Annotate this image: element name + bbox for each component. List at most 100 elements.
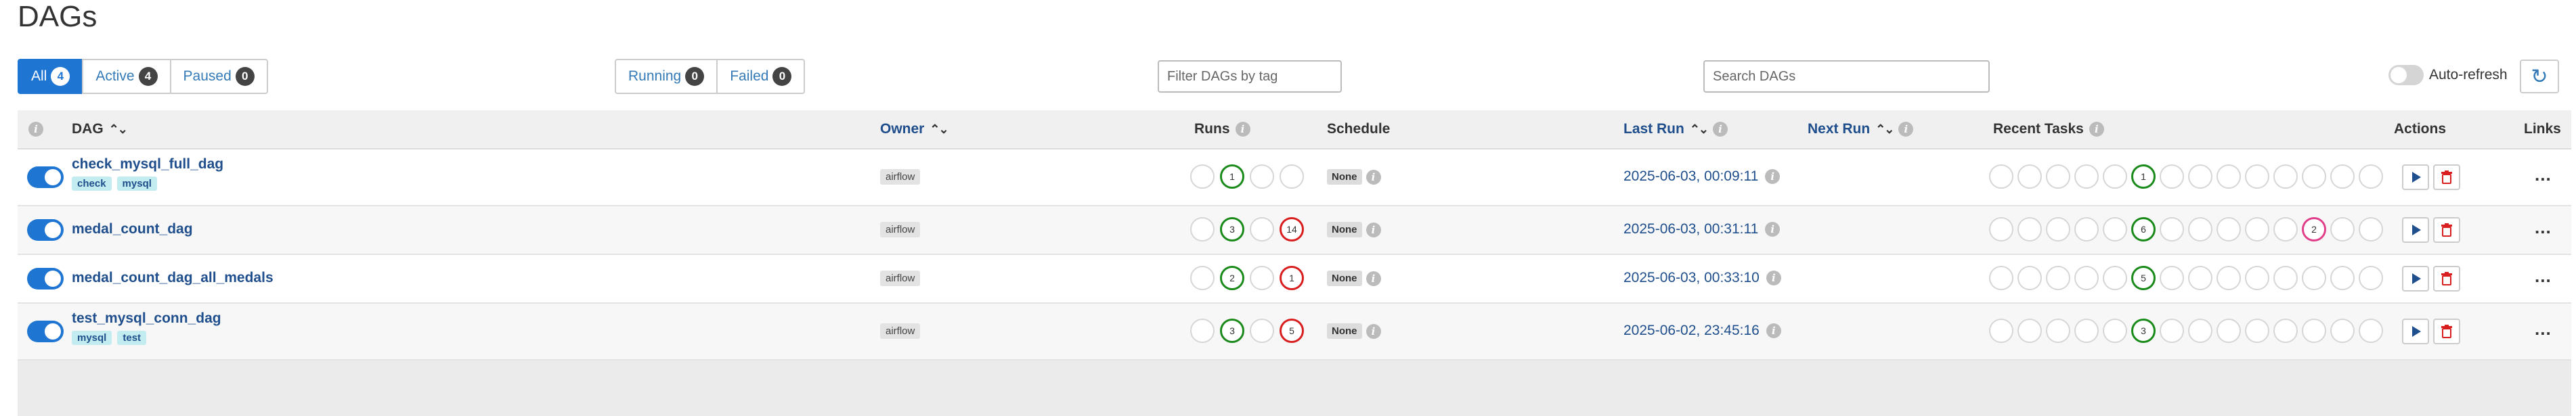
task-state-circle[interactable] [2245,217,2269,241]
run-state-circle[interactable] [1190,217,1215,241]
task-state-circle[interactable] [2188,319,2212,343]
dag-pause-toggle[interactable] [27,321,64,342]
dag-tag[interactable]: test [117,331,147,345]
trigger-dag-button[interactable] [2402,217,2429,243]
task-state-circle[interactable] [2160,319,2184,343]
task-state-circle[interactable] [2330,266,2355,290]
info-icon[interactable]: i [1366,271,1381,286]
run-state-circle[interactable]: 5 [1280,319,1304,343]
last-run-link[interactable]: 2025-06-02, 23:45:16 [1623,323,1760,339]
task-state-circle[interactable] [2188,266,2212,290]
info-icon[interactable]: i [1898,122,1914,137]
task-state-circle[interactable] [2359,164,2383,189]
delete-dag-button[interactable] [2433,164,2460,190]
more-icon[interactable]: ... [2535,166,2552,183]
trigger-dag-button[interactable] [2402,164,2429,190]
filter-running-button[interactable]: Running 0 [615,59,718,94]
dag-link[interactable]: medal_count_dag [72,221,193,237]
task-state-circle[interactable] [2046,266,2070,290]
task-state-circle[interactable] [2330,164,2355,189]
tag-filter-input[interactable] [1158,60,1342,93]
owner-header[interactable]: Owner ⌃⌄ [880,110,949,148]
refresh-button[interactable]: ↻ [2520,60,2559,93]
task-state-circle[interactable] [2074,217,2099,241]
task-state-circle[interactable] [1989,217,2013,241]
info-icon[interactable]: i [1766,271,1781,285]
search-input[interactable] [1703,60,1990,93]
info-icon[interactable]: i [28,122,43,137]
dag-link[interactable]: test_mysql_conn_dag [72,310,221,327]
task-state-circle[interactable]: 3 [2131,319,2156,343]
info-icon[interactable]: i [1366,222,1381,237]
run-state-circle[interactable] [1280,164,1304,189]
run-state-circle[interactable] [1190,164,1215,189]
dag-link[interactable]: check_mysql_full_dag [72,156,223,172]
info-icon[interactable]: i [1713,122,1728,137]
task-state-circle[interactable] [2046,164,2070,189]
dag-pause-toggle[interactable] [27,219,64,241]
task-state-circle[interactable] [2273,217,2298,241]
info-icon[interactable]: i [1765,169,1781,184]
trigger-dag-button[interactable] [2402,266,2429,292]
info-icon[interactable]: i [1765,222,1781,237]
task-state-circle[interactable] [2074,164,2099,189]
task-state-circle[interactable]: 6 [2131,217,2156,241]
delete-dag-button[interactable] [2433,319,2460,344]
run-state-circle[interactable] [1250,164,1274,189]
run-state-circle[interactable]: 1 [1220,164,1244,189]
next-run-header[interactable]: Next Run ⌃⌄ i [1808,110,1914,148]
filter-failed-button[interactable]: Failed 0 [716,59,806,94]
task-state-circle[interactable] [2217,319,2241,343]
dag-pause-toggle[interactable] [27,166,64,188]
owner-badge[interactable]: airflow [880,323,921,339]
run-state-circle[interactable]: 3 [1220,319,1244,343]
task-state-circle[interactable]: 5 [2131,266,2156,290]
run-state-circle[interactable] [1190,319,1215,343]
run-state-circle[interactable] [1250,319,1274,343]
task-state-circle[interactable] [2160,266,2184,290]
run-state-circle[interactable] [1250,266,1274,290]
filter-paused-button[interactable]: Paused 0 [169,59,268,94]
delete-dag-button[interactable] [2433,217,2460,243]
task-state-circle[interactable] [2245,319,2269,343]
info-icon[interactable]: i [1366,169,1381,185]
task-state-circle[interactable] [2160,217,2184,241]
task-state-circle[interactable] [2273,319,2298,343]
run-state-circle[interactable] [1250,217,1274,241]
last-run-header[interactable]: Last Run ⌃⌄ i [1623,110,1728,148]
task-state-circle[interactable] [2330,319,2355,343]
task-state-circle[interactable] [2302,266,2326,290]
task-state-circle[interactable] [2103,217,2127,241]
task-state-circle[interactable] [2273,164,2298,189]
task-state-circle[interactable] [2359,319,2383,343]
task-state-circle[interactable]: 2 [2302,217,2326,241]
run-state-circle[interactable]: 1 [1280,266,1304,290]
task-state-circle[interactable] [2103,266,2127,290]
task-state-circle[interactable] [2273,266,2298,290]
task-state-circle[interactable] [2017,319,2042,343]
auto-refresh-toggle[interactable] [2388,65,2424,85]
task-state-circle[interactable] [2302,164,2326,189]
task-state-circle[interactable] [2017,217,2042,241]
task-state-circle[interactable] [2103,319,2127,343]
task-state-circle[interactable] [2103,164,2127,189]
more-icon[interactable]: ... [2535,320,2552,338]
dag-tag[interactable]: mysql [116,177,157,191]
task-state-circle[interactable] [2017,164,2042,189]
task-state-circle[interactable] [2302,319,2326,343]
more-icon[interactable]: ... [2535,267,2552,285]
last-run-link[interactable]: 2025-06-03, 00:09:11 [1623,168,1758,185]
task-state-circle[interactable] [2017,266,2042,290]
dag-tag[interactable]: mysql [72,331,112,345]
last-run-link[interactable]: 2025-06-03, 00:31:11 [1623,221,1758,237]
task-state-circle[interactable] [1989,319,2013,343]
info-icon[interactable]: i [2089,122,2104,137]
task-state-circle[interactable] [2359,217,2383,241]
last-run-link[interactable]: 2025-06-03, 00:33:10 [1623,270,1760,286]
task-state-circle[interactable] [2245,266,2269,290]
owner-badge[interactable]: airflow [880,222,921,237]
run-state-circle[interactable]: 3 [1220,217,1244,241]
task-state-circle[interactable] [2245,164,2269,189]
task-state-circle[interactable] [2046,217,2070,241]
info-icon[interactable]: i [1766,323,1781,338]
